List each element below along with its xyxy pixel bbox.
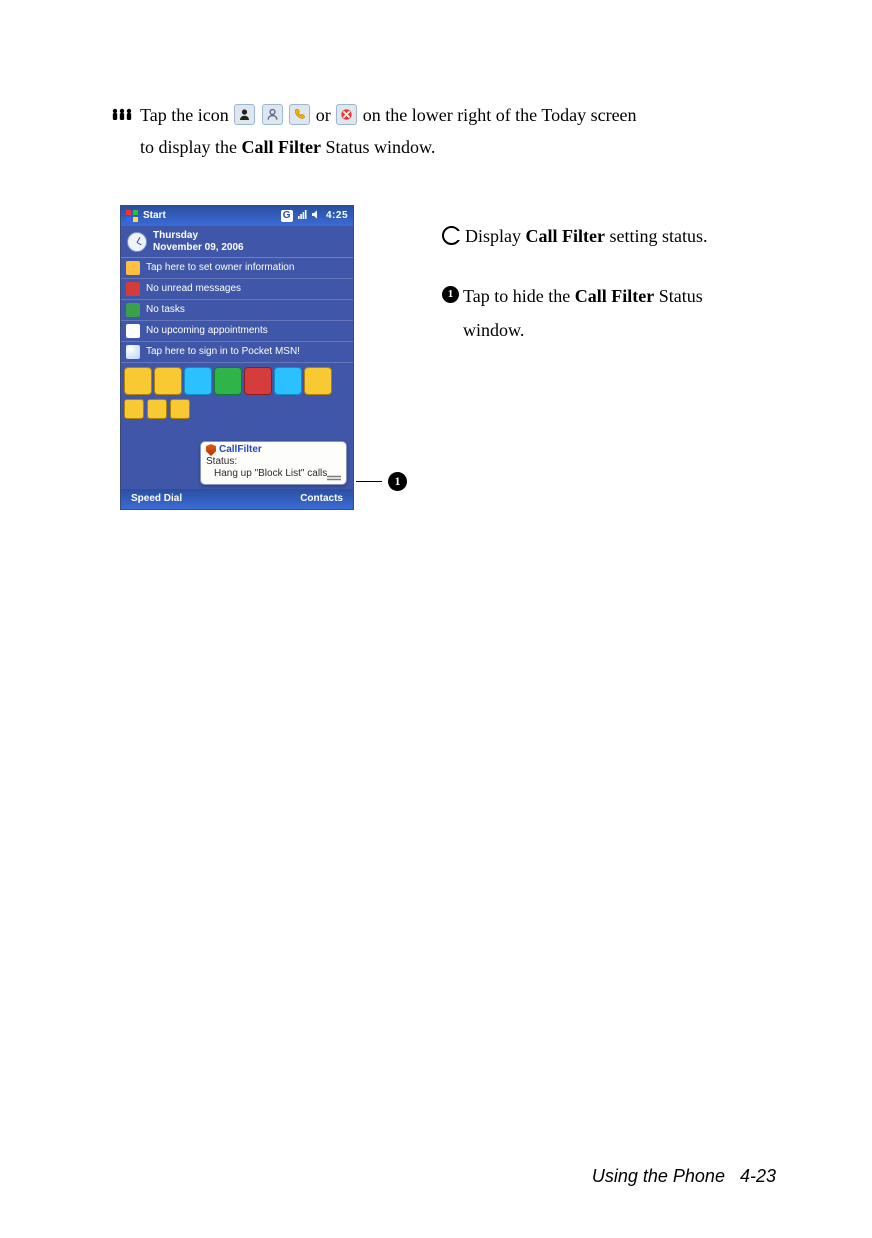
launcher-icon-2[interactable] bbox=[154, 367, 182, 395]
note-1-prefix: Tap to hide the bbox=[463, 286, 575, 306]
filter-icon-block bbox=[336, 104, 357, 125]
date-block: Thursday November 09, 2006 bbox=[121, 226, 353, 258]
calendar-text: No upcoming appointments bbox=[146, 325, 268, 337]
instruction-or: or bbox=[316, 105, 331, 125]
windows-flag-icon bbox=[126, 210, 138, 222]
note-c-suffix: setting status. bbox=[605, 226, 708, 246]
note-1-bold: Call Filter bbox=[575, 286, 654, 306]
note-c-prefix: Display bbox=[465, 226, 526, 246]
clock-icon bbox=[127, 232, 147, 252]
launcher-icon-4[interactable] bbox=[214, 367, 242, 395]
filter-icon-dark-person bbox=[234, 104, 255, 125]
owner-icon bbox=[126, 261, 140, 275]
calendar-icon bbox=[126, 324, 140, 338]
popup-title: CallFilter bbox=[219, 444, 262, 456]
instruction-line2-bold: Call Filter bbox=[242, 137, 321, 157]
note-c: Display Call Filter setting status. bbox=[442, 219, 788, 253]
title-bar: Start G 4:25 bbox=[121, 206, 353, 226]
tray-icon-2[interactable] bbox=[147, 399, 167, 419]
owner-row[interactable]: Tap here to set owner information bbox=[121, 258, 353, 279]
launcher-row bbox=[121, 363, 353, 399]
popup-body: Hang up "Block List" calls bbox=[206, 468, 341, 480]
instruction-line2-suffix: Status window. bbox=[321, 137, 435, 157]
tasks-text: No tasks bbox=[146, 304, 185, 316]
tasks-row[interactable]: No tasks bbox=[121, 300, 353, 321]
msn-icon bbox=[126, 345, 140, 359]
page-footer: Using the Phone 4-23 bbox=[592, 1161, 776, 1193]
calendar-row[interactable]: No upcoming appointments bbox=[121, 321, 353, 342]
tasks-icon bbox=[126, 303, 140, 317]
msn-text: Tap here to sign in to Pocket MSN! bbox=[146, 346, 300, 358]
status-icons: G 4:25 bbox=[281, 209, 348, 223]
note-1-line2: window. bbox=[463, 320, 524, 340]
status-g-icon: G bbox=[281, 210, 293, 222]
tray-icon-1[interactable] bbox=[124, 399, 144, 419]
instruction-text-2: on the lower right of the Today screen bbox=[363, 105, 637, 125]
softkey-bar: Speed Dial Contacts bbox=[121, 489, 353, 509]
title-bar-label: Start bbox=[143, 210, 166, 222]
clock-text: 4:25 bbox=[326, 210, 348, 222]
launcher-icon-6[interactable] bbox=[274, 367, 302, 395]
softkey-right[interactable]: Contacts bbox=[300, 493, 343, 505]
note-c-bold: Call Filter bbox=[526, 226, 605, 246]
signal-icon bbox=[298, 209, 307, 223]
tray-row bbox=[121, 399, 353, 422]
callout-1: 1 bbox=[356, 472, 407, 491]
callfilter-popup: CallFilter Status: Hang up "Block List" … bbox=[200, 441, 347, 485]
mail-icon bbox=[126, 282, 140, 296]
launcher-icon-7[interactable] bbox=[304, 367, 332, 395]
tray-icon-3[interactable] bbox=[170, 399, 190, 419]
messages-text: No unread messages bbox=[146, 283, 241, 295]
date-day: Thursday bbox=[153, 230, 198, 241]
msn-row[interactable]: Tap here to sign in to Pocket MSN! bbox=[121, 342, 353, 363]
right-notes: Display Call Filter setting status. 1 Ta… bbox=[442, 219, 788, 348]
messages-row[interactable]: No unread messages bbox=[121, 279, 353, 300]
callout-line bbox=[356, 481, 382, 482]
main-instruction: Tap the icon or on the lower right of th… bbox=[112, 100, 776, 163]
popup-status-label: Status: bbox=[206, 456, 341, 468]
resize-grip-icon[interactable] bbox=[327, 475, 341, 481]
today-screenshot: Start G 4:25 Thursday November 09, 2006 bbox=[120, 205, 354, 510]
launcher-icon-1[interactable] bbox=[124, 367, 152, 395]
note-1-suffix: Status bbox=[654, 286, 703, 306]
figure-area: Start G 4:25 Thursday November 09, 2006 bbox=[112, 205, 776, 545]
callout-marker-1: 1 bbox=[388, 472, 407, 491]
note-c-icon bbox=[442, 226, 461, 245]
note-1-icon: 1 bbox=[442, 286, 459, 303]
shield-icon bbox=[206, 444, 216, 456]
launcher-icon-3[interactable] bbox=[184, 367, 212, 395]
filter-icon-phone bbox=[289, 104, 310, 125]
filter-icon-light-person bbox=[262, 104, 283, 125]
instruction-text-1: Tap the icon bbox=[140, 105, 229, 125]
speaker-icon bbox=[312, 210, 321, 223]
instruction-line2-prefix: to display the bbox=[140, 137, 242, 157]
note-1: 1 Tap to hide the Call Filter Status win… bbox=[442, 279, 788, 347]
launcher-icon-5[interactable] bbox=[244, 367, 272, 395]
owner-text: Tap here to set owner information bbox=[146, 262, 294, 274]
bullet-icon bbox=[112, 104, 132, 130]
softkey-left[interactable]: Speed Dial bbox=[131, 493, 182, 505]
date-full: November 09, 2006 bbox=[153, 242, 244, 253]
footer-section: Using the Phone bbox=[592, 1166, 725, 1186]
footer-page: 4-23 bbox=[740, 1166, 776, 1186]
